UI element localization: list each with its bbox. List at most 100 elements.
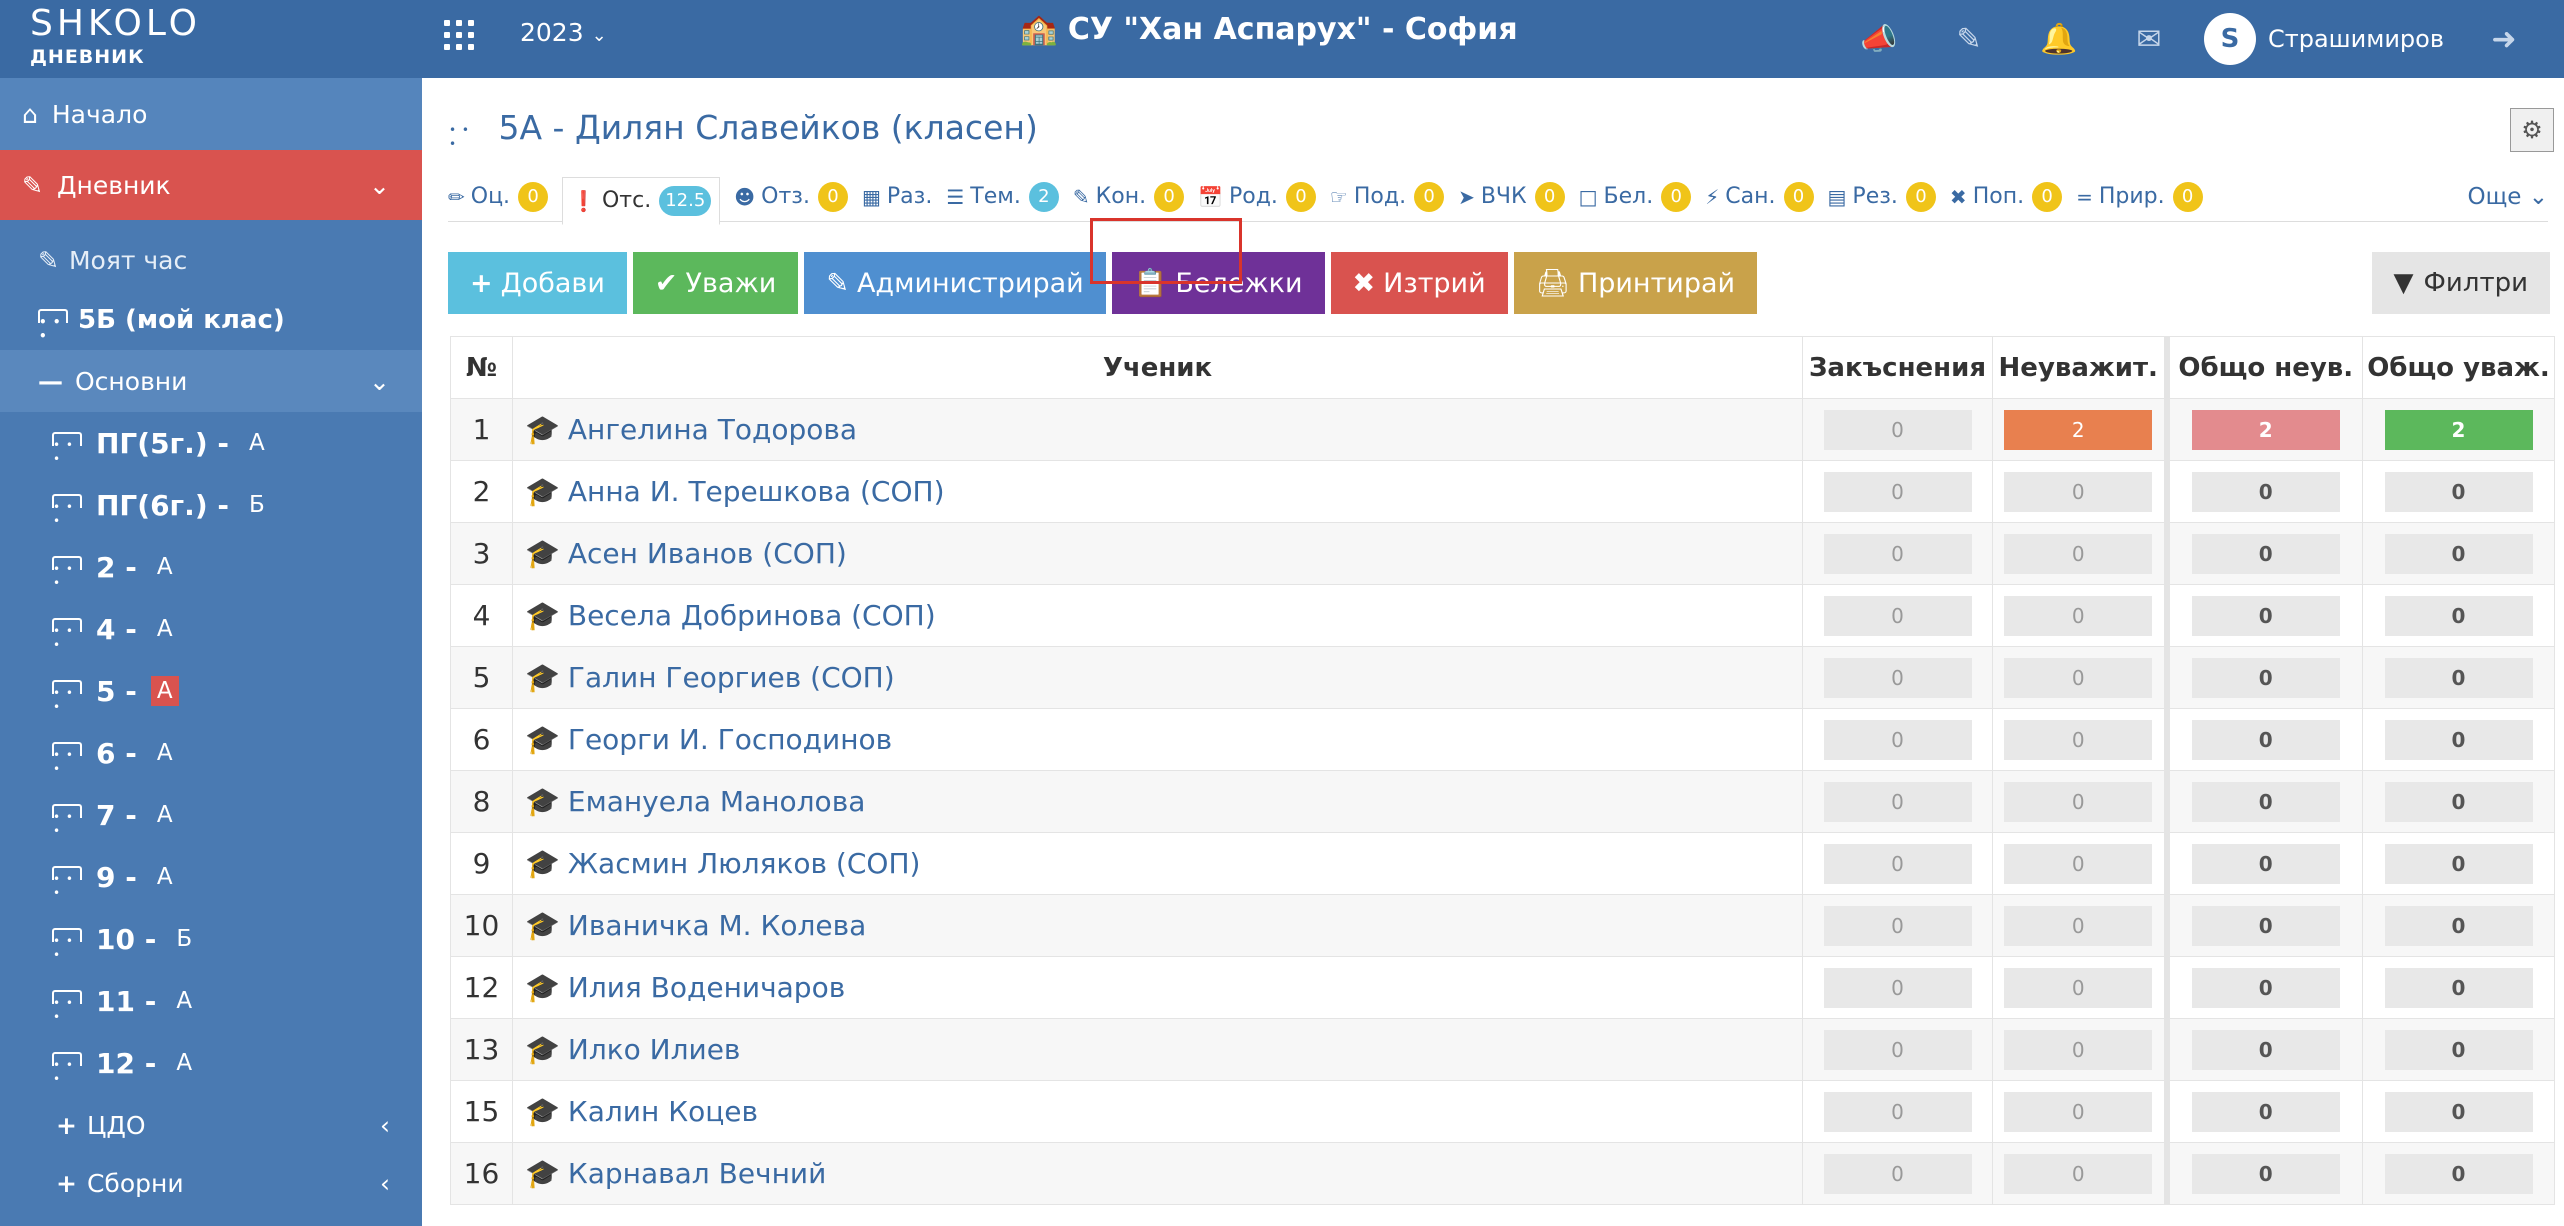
table-row[interactable]: 4 🎓 Весела Добринова (СОП) 0 0 0 0 [450, 584, 2555, 647]
tab-absences[interactable]: ❗ Отс. 12.5 [562, 176, 721, 225]
sidebar-item-cdo[interactable]: + ЦДО ‹ [0, 1096, 422, 1154]
tab-sanctions[interactable]: ⚡ Сан. 0 [1705, 181, 1814, 212]
tab-vchk[interactable]: ➤ ВЧК 0 [1458, 181, 1565, 212]
table-row[interactable]: 10 🎓 Иваничка М. Колева 0 0 0 0 [450, 894, 2555, 957]
late-value[interactable]: 0 [1823, 781, 1972, 822]
sidebar-item-class[interactable]: 12 - А [0, 1032, 422, 1094]
late-value[interactable]: 0 [1823, 1029, 1972, 1070]
add-button[interactable]: + Добави [448, 252, 627, 314]
student-name[interactable]: Анна И. Терешкова (СОП) [568, 475, 945, 508]
student-name[interactable]: Емануела Манолова [568, 785, 865, 818]
student-name[interactable]: Илко Илиев [568, 1033, 741, 1066]
student-cell[interactable]: 🎓 Иваничка М. Колева [512, 894, 1803, 957]
late-value[interactable]: 0 [1823, 1153, 1972, 1194]
sidebar-item-class[interactable]: 6 - А [0, 722, 422, 784]
class-parallel[interactable]: Б [243, 490, 271, 520]
sidebar-item-class[interactable]: 11 - А [0, 970, 422, 1032]
class-parallel[interactable]: А [151, 800, 179, 830]
student-name[interactable]: Ангелина Тодорова [568, 413, 857, 446]
table-row[interactable]: 12 🎓 Илия Воденичаров 0 0 0 0 [450, 956, 2555, 1019]
class-parallel[interactable]: А [151, 738, 179, 768]
unexcused-value[interactable]: 0 [2004, 595, 2153, 636]
unexcused-value[interactable]: 0 [2004, 1091, 2153, 1132]
student-cell[interactable]: 🎓 Калин Коцев [512, 1080, 1803, 1143]
table-row[interactable]: 8 🎓 Емануела Манолова 0 0 0 0 [450, 770, 2555, 833]
table-row[interactable]: 5 🎓 Галин Георгиев (СОП) 0 0 0 0 [450, 646, 2555, 709]
print-button[interactable]: 🖨 Принтирай [1513, 252, 1758, 314]
table-row[interactable]: 3 🎓 Асен Иванов (СОП) 0 0 0 0 [450, 522, 2555, 585]
tab-parents[interactable]: 📅 Род. 0 [1198, 181, 1316, 212]
unexcused-value[interactable]: 0 [2004, 843, 2153, 884]
table-row[interactable]: 1 🎓 Ангелина Тодорова 0 2 2 2 [450, 398, 2555, 461]
column-header-num[interactable]: № [450, 336, 513, 399]
envelope-icon[interactable]: ✉ [2104, 22, 2194, 57]
edit-icon[interactable]: ✎ [1924, 22, 2014, 57]
unexcused-value[interactable]: 0 [2004, 533, 2153, 574]
unexcused-value[interactable]: 0 [2004, 1029, 2153, 1070]
sidebar-item-mixed[interactable]: + Сборни ‹ [0, 1154, 422, 1212]
student-cell[interactable]: 🎓 Георги И. Господинов [512, 708, 1803, 771]
sidebar-item-class[interactable]: 5 - А [0, 660, 422, 722]
student-cell[interactable]: 🎓 Галин Георгиев (СОП) [512, 646, 1803, 709]
sidebar-item-class[interactable]: 10 - Б [0, 908, 422, 970]
column-header-unexcused[interactable]: Неуважит. [1992, 336, 2167, 399]
tab-notes[interactable]: □ Бел. 0 [1579, 181, 1692, 212]
student-name[interactable]: Калин Коцев [568, 1095, 758, 1128]
tab-gains[interactable]: = Прир. 0 [2076, 181, 2203, 212]
student-name[interactable]: Георги И. Господинов [568, 723, 892, 756]
student-name[interactable]: Весела Добринова (СОП) [568, 599, 936, 632]
unexcused-value[interactable]: 0 [2004, 1153, 2153, 1194]
sidebar-item-class[interactable]: ПГ(5г.) - А [0, 412, 422, 474]
tab-support[interactable]: ☞ Под. 0 [1330, 181, 1445, 212]
table-row[interactable]: 2 🎓 Анна И. Терешкова (СОП) 0 0 0 0 [450, 460, 2555, 523]
late-value[interactable]: 0 [1823, 719, 1972, 760]
sidebar-item-diary[interactable]: ✎ Дневник ⌄ [0, 150, 422, 220]
sidebar-item-class[interactable]: 9 - А [0, 846, 422, 908]
class-parallel[interactable]: Б [170, 924, 198, 954]
student-cell[interactable]: 🎓 Весела Добринова (СОП) [512, 584, 1803, 647]
student-name[interactable]: Карнавал Вечний [568, 1157, 826, 1190]
late-value[interactable]: 0 [1823, 595, 1972, 636]
student-cell[interactable]: 🎓 Анна И. Терешкова (СОП) [512, 460, 1803, 523]
tab-tests[interactable]: ✎ Кон. 0 [1073, 181, 1185, 212]
settings-button[interactable]: ⚙ [2510, 108, 2554, 152]
student-name[interactable]: Илия Воденичаров [568, 971, 845, 1004]
sidebar-item-class[interactable]: ПГ(6г.) - Б [0, 474, 422, 536]
more-menu[interactable]: Още ⌄ [2467, 184, 2548, 210]
late-value[interactable]: 0 [1823, 967, 1972, 1008]
student-cell[interactable]: 🎓 Илко Илиев [512, 1018, 1803, 1081]
sidebar-item-class[interactable]: 2 - А [0, 536, 422, 598]
student-cell[interactable]: 🎓 Илия Воденичаров [512, 956, 1803, 1019]
class-parallel-active[interactable]: А [150, 676, 179, 706]
student-name[interactable]: Галин Георгиев (СОП) [568, 661, 895, 694]
unexcused-value[interactable]: 0 [2004, 719, 2153, 760]
table-row[interactable]: 6 🎓 Георги И. Господинов 0 0 0 0 [450, 708, 2555, 771]
column-header-total-excused[interactable]: Общо уваж. [2362, 336, 2555, 399]
late-value[interactable]: 0 [1823, 409, 1972, 450]
tab-feedback[interactable]: ☻ Отз. 0 [734, 181, 848, 212]
student-cell[interactable]: 🎓 Жасмин Люляков (СОП) [512, 832, 1803, 895]
year-selector[interactable]: 2023 ⌄ [520, 18, 607, 47]
excuse-button[interactable]: ✔ Уважи [632, 252, 799, 314]
late-value[interactable]: 0 [1823, 1091, 1972, 1132]
unexcused-value[interactable]: 0 [2004, 657, 2153, 698]
sidebar-item-my-hour[interactable]: ✎ Моят час [0, 230, 422, 290]
bell-icon[interactable]: 🔔 [2014, 22, 2104, 57]
class-parallel[interactable]: А [243, 428, 271, 458]
class-parallel[interactable]: А [151, 862, 179, 892]
student-cell[interactable]: 🎓 Асен Иванов (СОП) [512, 522, 1803, 585]
tab-grades[interactable]: ✏ Оц. 0 [448, 181, 549, 212]
tab-schedule[interactable]: ▦ Раз. [862, 184, 932, 209]
username[interactable]: Страшимиров [2268, 25, 2444, 53]
delete-button[interactable]: ✖ Изтрий [1330, 252, 1508, 314]
tab-results[interactable]: ▤ Рез. 0 [1828, 181, 1936, 212]
sidebar-item-home[interactable]: ⌂ Начало [0, 78, 422, 150]
unexcused-value[interactable]: 0 [2004, 781, 2153, 822]
tab-topics[interactable]: ☰ Тем. 2 [946, 181, 1059, 212]
student-name[interactable]: Иваничка М. Колева [568, 909, 866, 942]
student-cell[interactable]: 🎓 Карнавал Вечний [512, 1142, 1803, 1205]
logout-icon[interactable]: ➜ [2484, 22, 2524, 57]
late-value[interactable]: 0 [1823, 843, 1972, 884]
late-value[interactable]: 0 [1823, 657, 1972, 698]
late-value[interactable]: 0 [1823, 471, 1972, 512]
